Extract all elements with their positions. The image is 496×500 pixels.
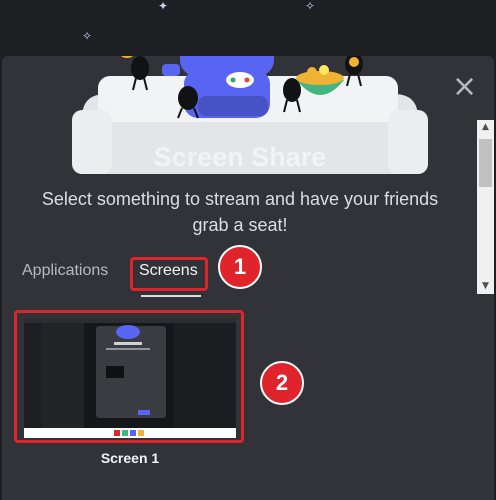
tab-applications[interactable]: Applications bbox=[22, 262, 108, 280]
screen-share-modal: × ▲ ▼ Screen Share Select something to s… bbox=[2, 56, 494, 500]
close-icon[interactable]: × bbox=[452, 72, 477, 102]
scrollbar-thumb[interactable] bbox=[479, 139, 492, 187]
backdrop bbox=[0, 0, 496, 56]
sparkle-icon: ✦ bbox=[158, 0, 169, 13]
callout-badge-1: 1 bbox=[218, 245, 262, 289]
screen-label: Screen 1 bbox=[100, 450, 160, 466]
callout-badge-2: 2 bbox=[260, 361, 304, 405]
modal-subtitle: Select something to stream and have your… bbox=[41, 189, 439, 235]
active-tab-indicator bbox=[141, 295, 201, 297]
modal-title: Screen Share bbox=[153, 142, 327, 172]
scrollbar[interactable]: ▲ ▼ bbox=[477, 120, 494, 294]
highlight-box-screen bbox=[14, 310, 244, 443]
chevron-up-icon[interactable]: ▲ bbox=[477, 120, 494, 135]
sparkle-icon: ✧ bbox=[82, 29, 93, 43]
sparkle-icon: ✧ bbox=[305, 0, 316, 13]
chevron-down-icon[interactable]: ▼ bbox=[477, 279, 494, 294]
highlight-box-tab bbox=[130, 257, 208, 291]
